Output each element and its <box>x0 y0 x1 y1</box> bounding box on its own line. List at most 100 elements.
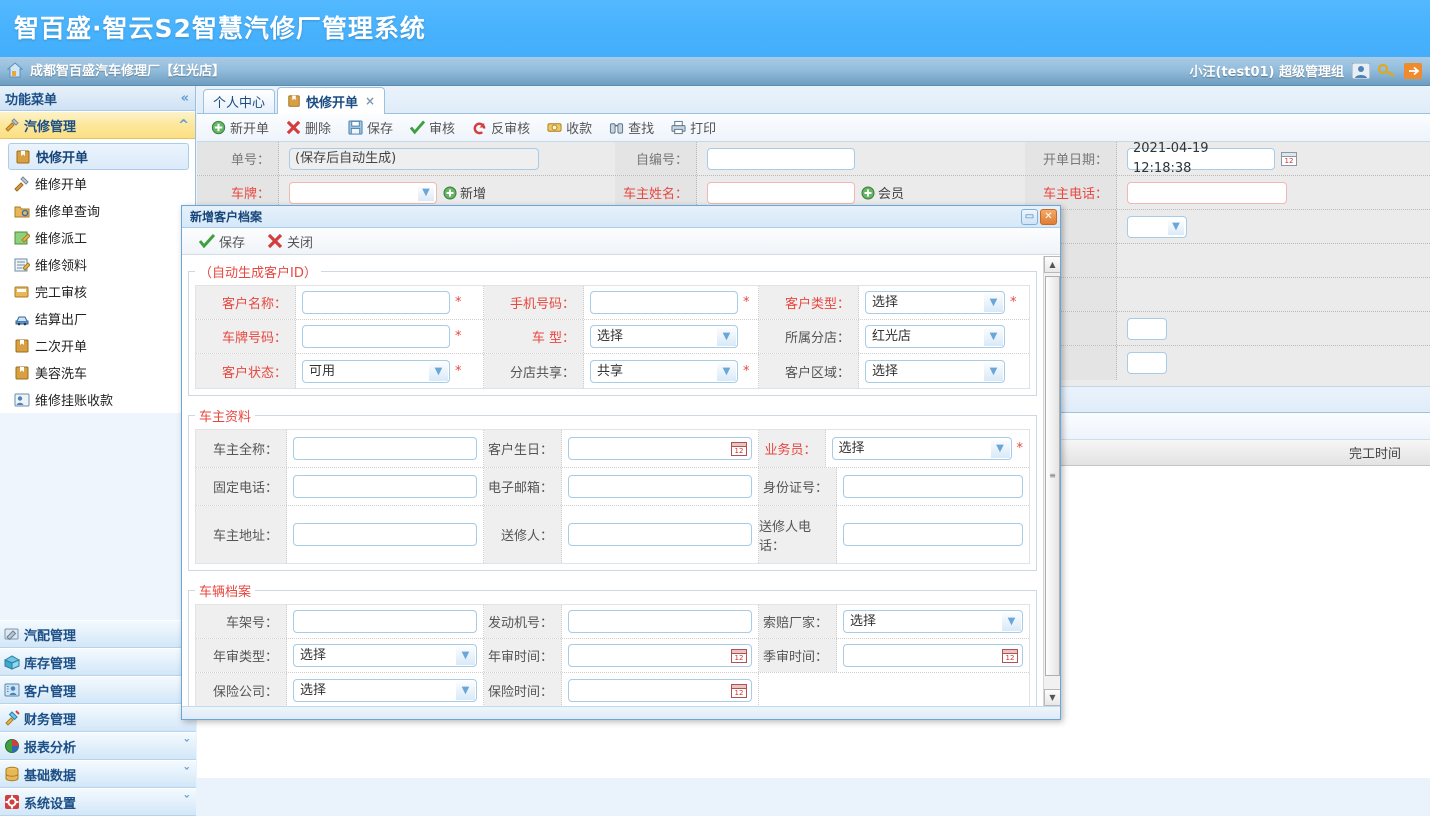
sidebar-group-qixiu[interactable]: 汽修管理 ^ <box>0 111 195 139</box>
chevron-down-icon[interactable]: ˇ <box>184 795 191 810</box>
sidebar-item-8[interactable]: 美容洗车 <box>0 359 195 386</box>
sidebar-group-2[interactable]: 客户管理ˇ <box>0 676 196 704</box>
calendar-icon[interactable]: 12 <box>731 683 747 702</box>
plate-select[interactable]: ▼ <box>289 181 437 204</box>
sidebar-group-1[interactable]: 库存管理ˇ <box>0 648 196 676</box>
chevron-down-icon[interactable]: ▼ <box>984 327 1003 346</box>
section1-rows-f2-1-select[interactable]: 可用 ▼ <box>302 359 450 383</box>
self-no-input[interactable] <box>707 147 855 170</box>
section3-rows-f0-1-input[interactable] <box>293 610 477 633</box>
toolbar-button-6[interactable]: 查找 <box>602 116 661 139</box>
sidebar-item-1[interactable]: 维修开单 <box>0 170 195 197</box>
section3-rows-f2-2-date-input[interactable]: 12 <box>568 678 752 702</box>
section3-rows-f2-1-select[interactable]: 选择 ▼ <box>293 678 477 702</box>
dialog-save-button[interactable]: 保存 <box>192 230 252 253</box>
member-button[interactable]: 会员 <box>861 183 904 202</box>
section1-rows-f0-1-input[interactable] <box>302 291 450 314</box>
chevron-down-icon[interactable]: ▼ <box>717 327 736 346</box>
toolbar-button-2[interactable]: 保存 <box>341 116 400 139</box>
sidebar-group-3[interactable]: 财务管理ˇ <box>0 704 196 732</box>
chevron-down-icon[interactable]: ▼ <box>429 361 448 381</box>
section1-rows-f2-2-select[interactable]: 共享 ▼ <box>590 359 738 383</box>
extra-input-2[interactable] <box>1127 352 1167 374</box>
dialog-titlebar[interactable]: 新增客户档案 ▭ ✕ <box>182 206 1060 228</box>
calendar-icon[interactable]: 12 <box>731 441 747 460</box>
section1-rows-f1-3-select[interactable]: 红光店 ▼ <box>865 325 1005 348</box>
chevron-down-icon[interactable]: ▼ <box>990 439 1010 458</box>
sidebar-group-6[interactable]: 系统设置 ˇ <box>0 788 196 816</box>
calendar-icon[interactable]: 12 <box>1281 151 1297 166</box>
chevron-down-icon[interactable]: ˇ <box>184 739 191 754</box>
scroll-up-button[interactable]: ▲ <box>1044 256 1060 273</box>
section2-rows-f0-2-date-input[interactable]: 12 <box>568 437 752 460</box>
section3-rows-f1-1-select[interactable]: 选择 ▼ <box>293 644 477 667</box>
sidebar-group-0[interactable]: 汽配管理ˇ <box>0 620 196 648</box>
close-icon[interactable]: ✕ <box>1040 208 1057 225</box>
chevron-down-icon[interactable]: ▼ <box>717 361 736 381</box>
sidebar-group-5[interactable]: 基础数据 ˇ <box>0 760 196 788</box>
sidebar-item-2[interactable]: 维修单查询 <box>0 197 195 224</box>
section2-rows-f1-1-input[interactable] <box>293 475 477 498</box>
chevron-down-icon[interactable]: ▼ <box>1168 218 1184 235</box>
chevron-down-icon[interactable]: ▼ <box>1002 612 1021 631</box>
home-icon[interactable] <box>6 61 24 79</box>
dialog-close-button[interactable]: 关闭 <box>260 230 320 253</box>
sidebar-item-9[interactable]: 维修挂账收款 <box>0 386 195 413</box>
sidebar-item-4[interactable]: 维修领料 <box>0 251 195 278</box>
sidebar-item-3[interactable]: 维修派工 <box>0 224 195 251</box>
dialog-vertical-scrollbar[interactable]: ▲ ≡ ▼ <box>1043 256 1060 706</box>
section2-rows-f0-3-select[interactable]: 选择 ▼ <box>831 437 1012 460</box>
sidebar-item-6[interactable]: 结算出厂 <box>0 305 195 332</box>
section1-rows-f0-3-select[interactable]: 选择 ▼ <box>865 291 1005 314</box>
toolbar-button-3[interactable]: 审核 <box>403 116 462 139</box>
extra-input-1[interactable] <box>1127 317 1167 340</box>
toolbar-button-4[interactable]: 反审核 <box>465 116 537 139</box>
toolbar-button-0[interactable]: 新开单 <box>204 116 276 139</box>
toolbar-button-1[interactable]: 删除 <box>279 116 338 139</box>
extra-select-1[interactable]: ▼ <box>1127 215 1187 238</box>
section2-rows-f2-1-input[interactable] <box>293 523 477 546</box>
toolbar-button-7[interactable]: 打印 <box>664 116 723 139</box>
key-icon[interactable] <box>1378 63 1396 79</box>
add-plate-button[interactable]: 新增 <box>443 183 486 202</box>
chevron-down-icon[interactable]: ▼ <box>984 293 1003 312</box>
logout-icon[interactable] <box>1404 62 1422 79</box>
owner-name-input[interactable] <box>707 181 855 204</box>
section2-rows-f2-3-input[interactable] <box>843 523 1023 546</box>
toolbar-button-5[interactable]: 收款 <box>540 116 599 139</box>
owner-phone-input[interactable] <box>1127 181 1287 204</box>
tab-close-icon[interactable]: × <box>365 94 375 108</box>
sidebar-item-0[interactable]: 快修开单 <box>8 143 189 170</box>
section1-rows-f2-3-select[interactable]: 选择 ▼ <box>865 359 1005 383</box>
tab-0[interactable]: 个人中心 <box>203 89 276 113</box>
section1-rows-f0-2-input[interactable] <box>590 291 738 314</box>
section3-rows-f0-2-input[interactable] <box>568 610 752 633</box>
scroll-down-button[interactable]: ▼ <box>1044 689 1060 706</box>
section3-rows-f1-2-date-input[interactable]: 12 <box>568 644 752 667</box>
scrollbar-thumb[interactable]: ≡ <box>1045 276 1060 676</box>
chevron-down-icon[interactable]: ▼ <box>456 680 475 700</box>
tab-1[interactable]: 快修开单 × <box>277 87 386 114</box>
sidebar-item-7[interactable]: 二次开单 <box>0 332 195 359</box>
chevron-down-icon[interactable]: ▼ <box>418 184 434 201</box>
chevron-down-icon[interactable]: ▼ <box>456 646 475 665</box>
section2-rows-f1-3-input[interactable] <box>843 475 1023 498</box>
sidebar-item-5[interactable]: 完工审核 <box>0 278 195 305</box>
sidebar-group-4[interactable]: 报表分析 ˇ <box>0 732 196 760</box>
section2-rows-f2-2-input[interactable] <box>568 523 752 546</box>
chevron-down-icon[interactable]: ˇ <box>184 767 191 782</box>
bill-date-input[interactable]: 2021-04-19 12:18:38 <box>1127 141 1275 176</box>
calendar-icon[interactable]: 12 <box>1002 648 1018 667</box>
section3-rows-f1-3-date-input[interactable]: 12 <box>843 644 1023 667</box>
minimize-icon[interactable]: ▭ <box>1021 208 1038 225</box>
avatar-icon[interactable] <box>1352 62 1370 79</box>
chevron-down-icon[interactable]: ▼ <box>984 361 1003 381</box>
calendar-icon[interactable]: 12 <box>731 648 747 667</box>
double-chevron-left-icon[interactable]: « <box>181 91 189 106</box>
order-no-input[interactable]: (保存后自动生成) <box>289 147 539 170</box>
section1-rows-f1-1-input[interactable] <box>302 325 450 348</box>
chevron-up-icon[interactable]: ^ <box>178 118 189 133</box>
section2-rows-f1-2-input[interactable] <box>568 475 752 498</box>
section2-rows-f0-1-input[interactable] <box>293 437 477 460</box>
section1-rows-f1-2-select[interactable]: 选择 ▼ <box>590 325 738 348</box>
